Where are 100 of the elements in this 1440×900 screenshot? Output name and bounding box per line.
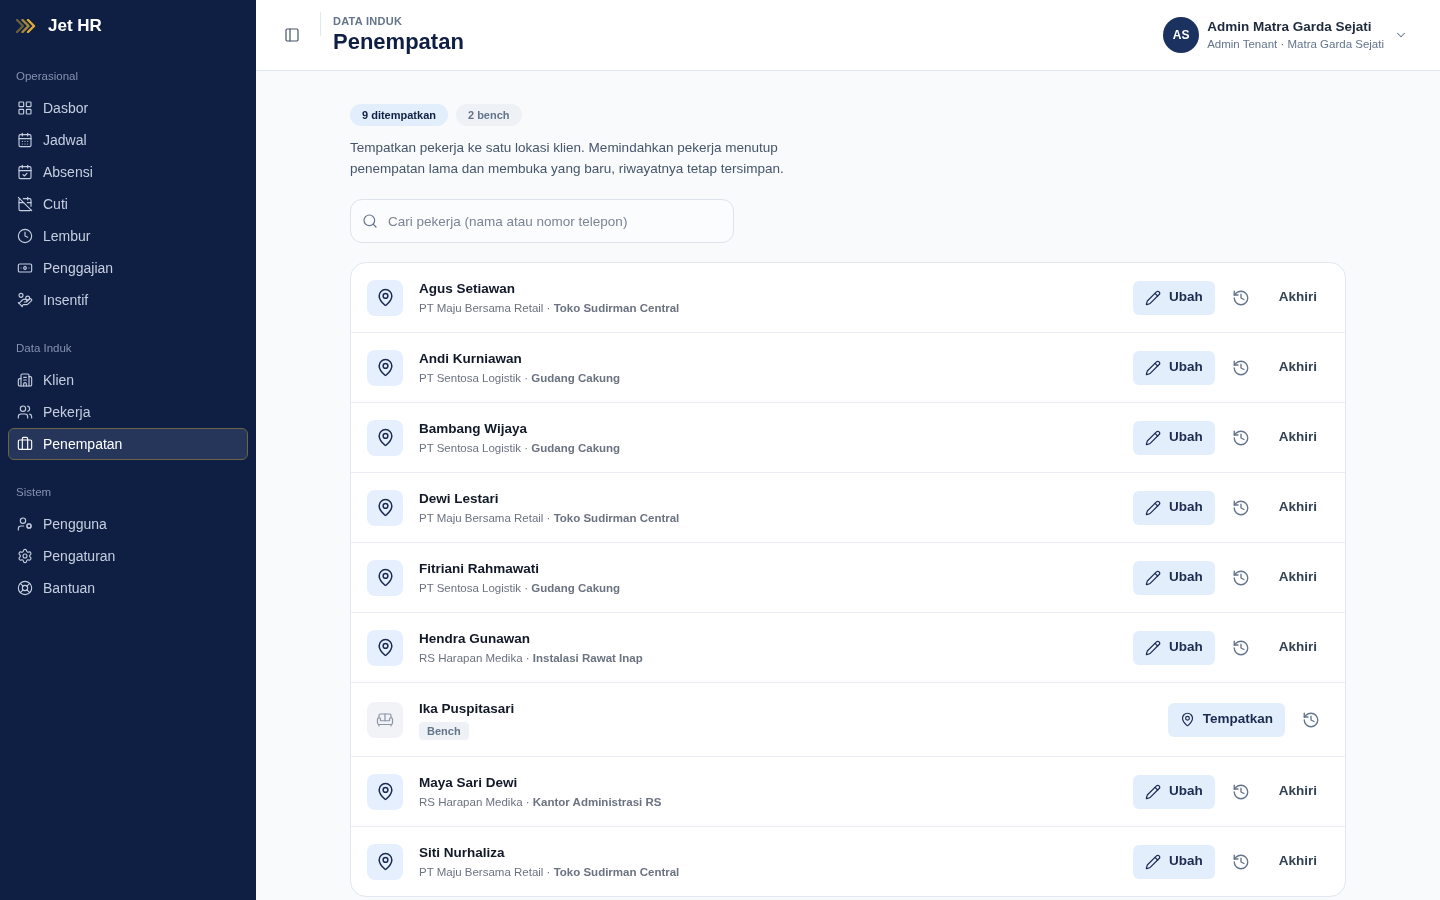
nav-item[interactable]: Insentif: [8, 284, 248, 316]
calendar-check-icon: [17, 164, 33, 180]
nav-item[interactable]: Klien: [8, 364, 248, 396]
end-button[interactable]: Akhiri: [1266, 420, 1329, 455]
pencil-icon: [1145, 429, 1161, 446]
end-button[interactable]: Akhiri: [1266, 350, 1329, 385]
edit-button[interactable]: Ubah: [1133, 630, 1215, 665]
history-icon[interactable]: [1231, 428, 1250, 447]
settings-icon: [17, 548, 33, 564]
edit-button[interactable]: Ubah: [1133, 844, 1215, 879]
pencil-icon: [1145, 569, 1161, 586]
building-icon: [17, 372, 33, 388]
map-pin-icon: [367, 629, 403, 666]
nav-item[interactable]: Lembur: [8, 220, 248, 252]
pencil-icon: [1145, 359, 1161, 376]
edit-button[interactable]: Ubah: [1133, 350, 1215, 385]
nav-item[interactable]: Jadwal: [8, 124, 248, 156]
worker-name: Maya Sari Dewi: [419, 774, 519, 792]
nav-item[interactable]: Pekerja: [8, 396, 248, 428]
page-title: Penempatan: [333, 28, 464, 56]
search-field[interactable]: Cari pekerja (nama atau nomor telepon): [350, 199, 734, 243]
client-location: PT Maju Bersama Retail · Toko Sudirman Central: [419, 301, 680, 316]
edit-button[interactable]: Ubah: [1133, 560, 1215, 595]
history-icon[interactable]: [1231, 498, 1250, 517]
worker-name: Bambang Wijaya: [419, 420, 528, 438]
user-name: Admin Matra Garda Sejati: [1207, 18, 1373, 36]
lifebuoy-icon: [17, 580, 33, 596]
map-pin-icon: [367, 419, 403, 456]
worker-name: Andi Kurniawan: [419, 350, 523, 368]
map-pin-icon: [367, 349, 403, 386]
calendar-icon: [17, 132, 33, 148]
pencil-icon: [1145, 639, 1161, 656]
brand-name: Jet HR: [48, 15, 102, 38]
user-role: Admin Tenant · Matra Garda Sejati: [1207, 37, 1384, 52]
history-icon[interactable]: [1231, 782, 1250, 801]
client-location: RS Harapan Medika · Kantor Administrasi RS: [419, 795, 662, 810]
edit-button[interactable]: Ubah: [1133, 280, 1215, 315]
worker-name: Hendra Gunawan: [419, 630, 532, 648]
page-eyebrow: DATA INDUK: [333, 14, 404, 28]
count-pill: 2 bench: [455, 104, 522, 126]
client-location: PT Sentosa Logistik · Gudang Cakung: [419, 581, 621, 596]
page-description: Tempatkan pekerja ke satu lokasi klien. Memindahkan pekerja menutup penempatan lama dan membuka yang baru, riwayatnya tetap tersimpan.: [350, 139, 785, 178]
status-tag: Bench: [419, 722, 469, 740]
nav-section-title: Operasional: [15, 69, 79, 84]
client-location: PT Sentosa Logistik · Gudang Cakung: [419, 441, 621, 456]
map-pin-icon: [367, 843, 403, 880]
grid-icon: [17, 100, 33, 116]
sofa-icon: [367, 701, 403, 738]
clock-icon: [17, 228, 33, 244]
worker-name: Siti Nurhaliza: [419, 844, 506, 862]
end-button[interactable]: Akhiri: [1266, 774, 1329, 809]
history-icon[interactable]: [1231, 288, 1250, 307]
count-pill: 9 ditempatkan: [350, 104, 448, 126]
users-icon: [17, 404, 33, 420]
edit-button[interactable]: Ubah: [1133, 774, 1215, 809]
client-location: PT Maju Bersama Retail · Toko Sudirman Central: [419, 511, 680, 526]
pencil-icon: [1145, 289, 1161, 306]
worker-name: Agus Setiawan: [419, 280, 517, 298]
nav-item[interactable]: Pengaturan: [8, 540, 248, 572]
worker-name: Ika Puspitasari: [419, 700, 515, 718]
nav-item[interactable]: Bantuan: [8, 572, 248, 604]
nav-section-title: Sistem: [15, 485, 53, 500]
pencil-icon: [1145, 853, 1161, 870]
client-location: PT Maju Bersama Retail · Toko Sudirman Central: [419, 865, 680, 880]
map-pin-icon: [367, 279, 403, 316]
briefcase-icon: [17, 436, 33, 452]
history-icon[interactable]: [1302, 710, 1320, 729]
map-pin-icon: [367, 489, 403, 526]
map-pin-icon: [367, 559, 403, 596]
edit-button[interactable]: Ubah: [1133, 490, 1215, 525]
nav-item[interactable]: Penempatan: [8, 428, 248, 460]
nav-section-title: Data Induk: [15, 341, 73, 356]
map-pin-icon: [367, 773, 403, 810]
search-icon: [362, 213, 378, 229]
calendar-off-icon: [17, 196, 33, 212]
end-button[interactable]: Akhiri: [1266, 560, 1329, 595]
user-avatar: AS: [1163, 17, 1200, 53]
nav-item[interactable]: Absensi: [8, 156, 248, 188]
end-button[interactable]: Akhiri: [1266, 280, 1329, 315]
place-button[interactable]: Tempatkan: [1167, 702, 1285, 737]
chevrons-logo-icon: [16, 19, 36, 33]
edit-button[interactable]: Ubah: [1133, 420, 1215, 455]
nav-item[interactable]: Dasbor: [8, 92, 248, 124]
history-icon[interactable]: [1231, 852, 1250, 871]
panel-left-icon[interactable]: [284, 27, 300, 43]
end-button[interactable]: Akhiri: [1266, 490, 1329, 525]
end-button[interactable]: Akhiri: [1266, 630, 1329, 665]
worker-name: Dewi Lestari: [419, 490, 500, 508]
end-button[interactable]: Akhiri: [1266, 844, 1329, 879]
nav-item[interactable]: Pengguna: [8, 508, 248, 540]
history-icon[interactable]: [1231, 358, 1250, 377]
history-icon[interactable]: [1231, 568, 1250, 587]
pencil-icon: [1145, 783, 1161, 800]
history-icon[interactable]: [1231, 638, 1250, 657]
client-location: PT Sentosa Logistik · Gudang Cakung: [419, 371, 621, 386]
banknote-icon: [17, 260, 33, 276]
nav-item[interactable]: Penggajian: [8, 252, 248, 284]
client-location: RS Harapan Medika · Instalasi Rawat Inap: [419, 651, 643, 666]
nav-item[interactable]: Cuti: [8, 188, 248, 220]
map-pin-icon: [1179, 712, 1195, 727]
